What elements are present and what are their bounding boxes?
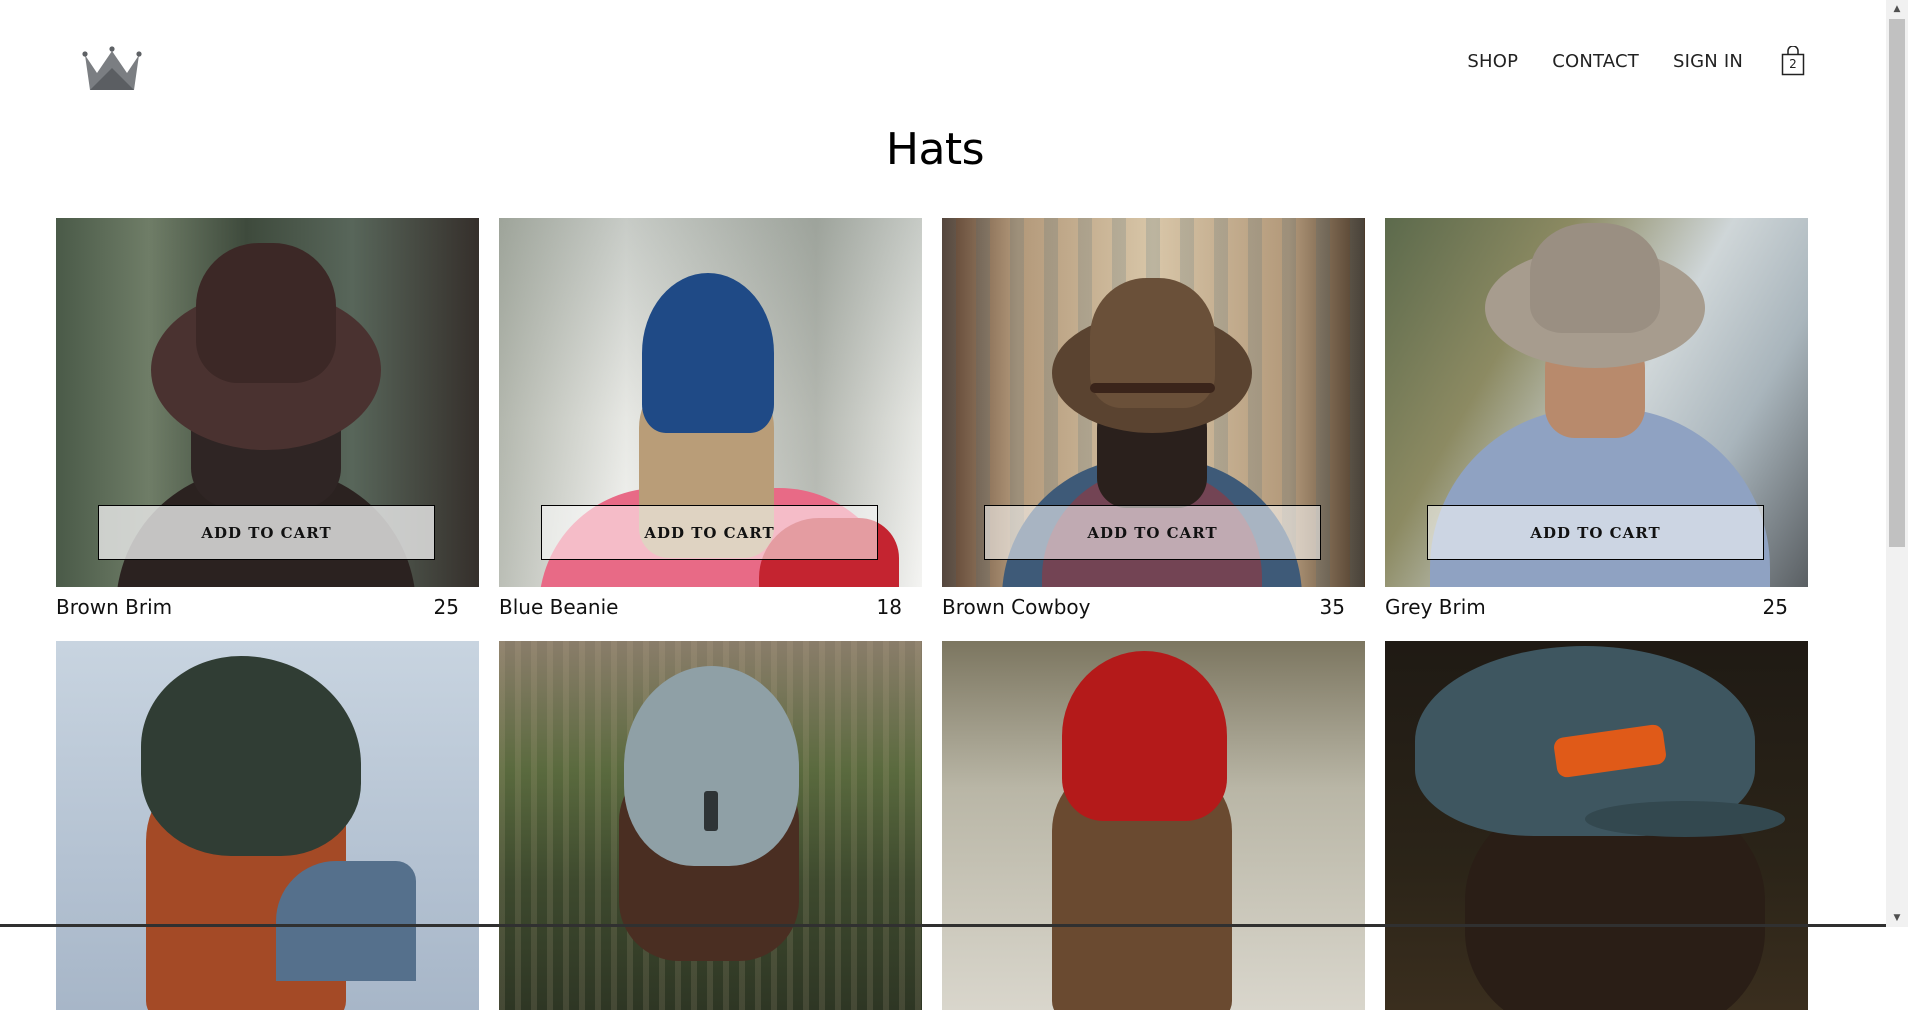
product-name: Blue Beanie	[499, 595, 619, 619]
product-card	[56, 641, 479, 1010]
product-price: 25	[1762, 595, 1788, 619]
product-image: ADD TO CART	[1385, 218, 1808, 587]
add-to-cart-button[interactable]: ADD TO CART	[984, 505, 1321, 560]
scroll-up-arrow-icon[interactable]: ▲	[1886, 0, 1908, 18]
main-nav: SHOP CONTACT SIGN IN 2	[1467, 46, 1805, 76]
product-card: ADD TO CART Brown Brim 25	[56, 218, 479, 619]
add-to-cart-button[interactable]: ADD TO CART	[541, 505, 878, 560]
nav-shop-link[interactable]: SHOP	[1467, 51, 1518, 72]
product-name: Grey Brim	[1385, 595, 1486, 619]
page-title: Hats	[885, 124, 985, 175]
product-meta: Brown Brim 25	[56, 595, 459, 619]
product-image: ADD TO CART	[56, 218, 479, 587]
product-price: 25	[433, 595, 459, 619]
product-image	[1385, 641, 1808, 1010]
product-price: 18	[876, 595, 902, 619]
product-image: ADD TO CART	[942, 218, 1365, 587]
product-image	[942, 641, 1365, 1010]
nav-sign-in-link[interactable]: SIGN IN	[1673, 51, 1743, 72]
product-name: Brown Brim	[56, 595, 173, 619]
product-image: ADD TO CART	[499, 218, 922, 587]
scroll-down-arrow-icon[interactable]: ▼	[1886, 909, 1908, 927]
cart-button[interactable]: 2	[1781, 46, 1805, 76]
add-to-cart-button[interactable]: ADD TO CART	[1427, 505, 1764, 560]
product-card	[942, 641, 1365, 1010]
cart-item-count: 2	[1789, 57, 1797, 71]
product-card	[1385, 641, 1808, 1010]
product-card: ADD TO CART Grey Brim 25	[1385, 218, 1808, 619]
product-meta: Grey Brim 25	[1385, 595, 1788, 619]
product-name: Brown Cowboy	[942, 595, 1091, 619]
product-meta: Blue Beanie 18	[499, 595, 902, 619]
product-price: 35	[1319, 595, 1345, 619]
product-card	[499, 641, 922, 1010]
scrollbar-thumb[interactable]	[1889, 19, 1905, 547]
product-image	[56, 641, 479, 1010]
product-grid: ADD TO CART Brown Brim 25 ADD TO CART Bl…	[56, 218, 1808, 1010]
product-meta: Brown Cowboy 35	[942, 595, 1345, 619]
product-card: ADD TO CART Brown Cowboy 35	[942, 218, 1365, 619]
nav-contact-link[interactable]: CONTACT	[1552, 51, 1639, 72]
product-image	[499, 641, 922, 1010]
crown-icon[interactable]	[82, 44, 142, 94]
site-header: SHOP CONTACT SIGN IN 2	[0, 0, 1908, 120]
product-card: ADD TO CART Blue Beanie 18	[499, 218, 922, 619]
vertical-scrollbar[interactable]: ▲ ▼	[1886, 0, 1908, 927]
add-to-cart-button[interactable]: ADD TO CART	[98, 505, 435, 560]
